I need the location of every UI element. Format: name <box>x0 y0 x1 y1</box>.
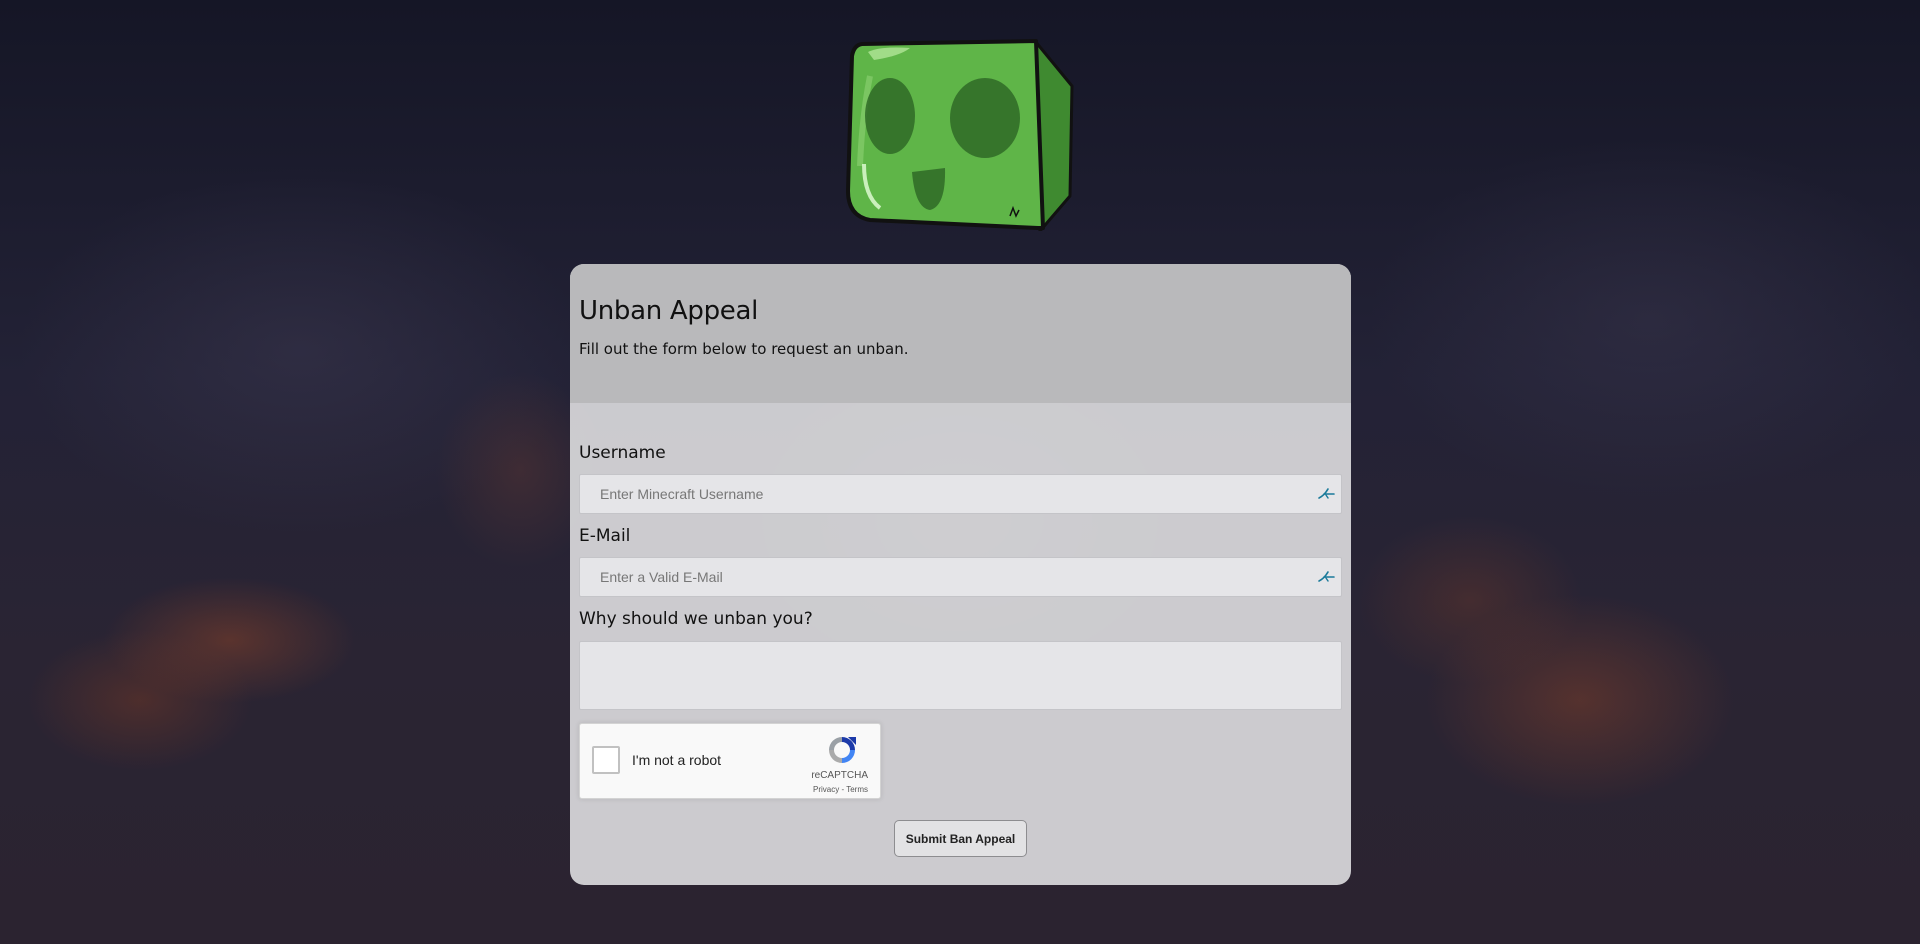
recaptcha-brand: reCAPTCHA <box>811 770 868 781</box>
recaptcha-links: Privacy - Terms <box>813 785 868 794</box>
page-subtitle: Fill out the form below to request an un… <box>579 340 909 358</box>
submit-row: Submit Ban Appeal <box>579 820 1342 857</box>
reason-textarea[interactable] <box>580 642 1341 709</box>
recaptcha-label: I'm not a robot <box>632 752 722 768</box>
recaptcha-widget: I'm not a robot reCAPTCHA Privacy - Term… <box>579 723 881 799</box>
form-header: Unban Appeal Fill out the form below to … <box>570 264 1351 403</box>
terms-link[interactable]: Terms <box>846 785 868 794</box>
password-manager-key-icon[interactable] <box>1317 569 1335 585</box>
reason-field-wrapper <box>579 641 1342 710</box>
username-label: Username <box>579 443 666 463</box>
recaptcha-icon <box>829 737 856 763</box>
email-field-wrapper <box>579 557 1342 597</box>
username-input[interactable] <box>580 475 1341 513</box>
form-body: Username E-Mail Why should we unban you? <box>570 443 1351 857</box>
password-manager-key-icon[interactable] <box>1317 486 1335 502</box>
appeal-form-card: Unban Appeal Fill out the form below to … <box>570 264 1351 885</box>
recaptcha-checkbox[interactable] <box>592 746 620 774</box>
submit-appeal-button[interactable]: Submit Ban Appeal <box>893 820 1028 857</box>
email-label: E-Mail <box>579 526 631 546</box>
reason-label: Why should we unban you? <box>579 609 813 629</box>
username-field-wrapper <box>579 474 1342 514</box>
slime-logo-icon <box>846 39 1074 231</box>
page-title: Unban Appeal <box>579 296 759 326</box>
email-input[interactable] <box>580 558 1341 596</box>
privacy-link[interactable]: Privacy <box>813 785 839 794</box>
